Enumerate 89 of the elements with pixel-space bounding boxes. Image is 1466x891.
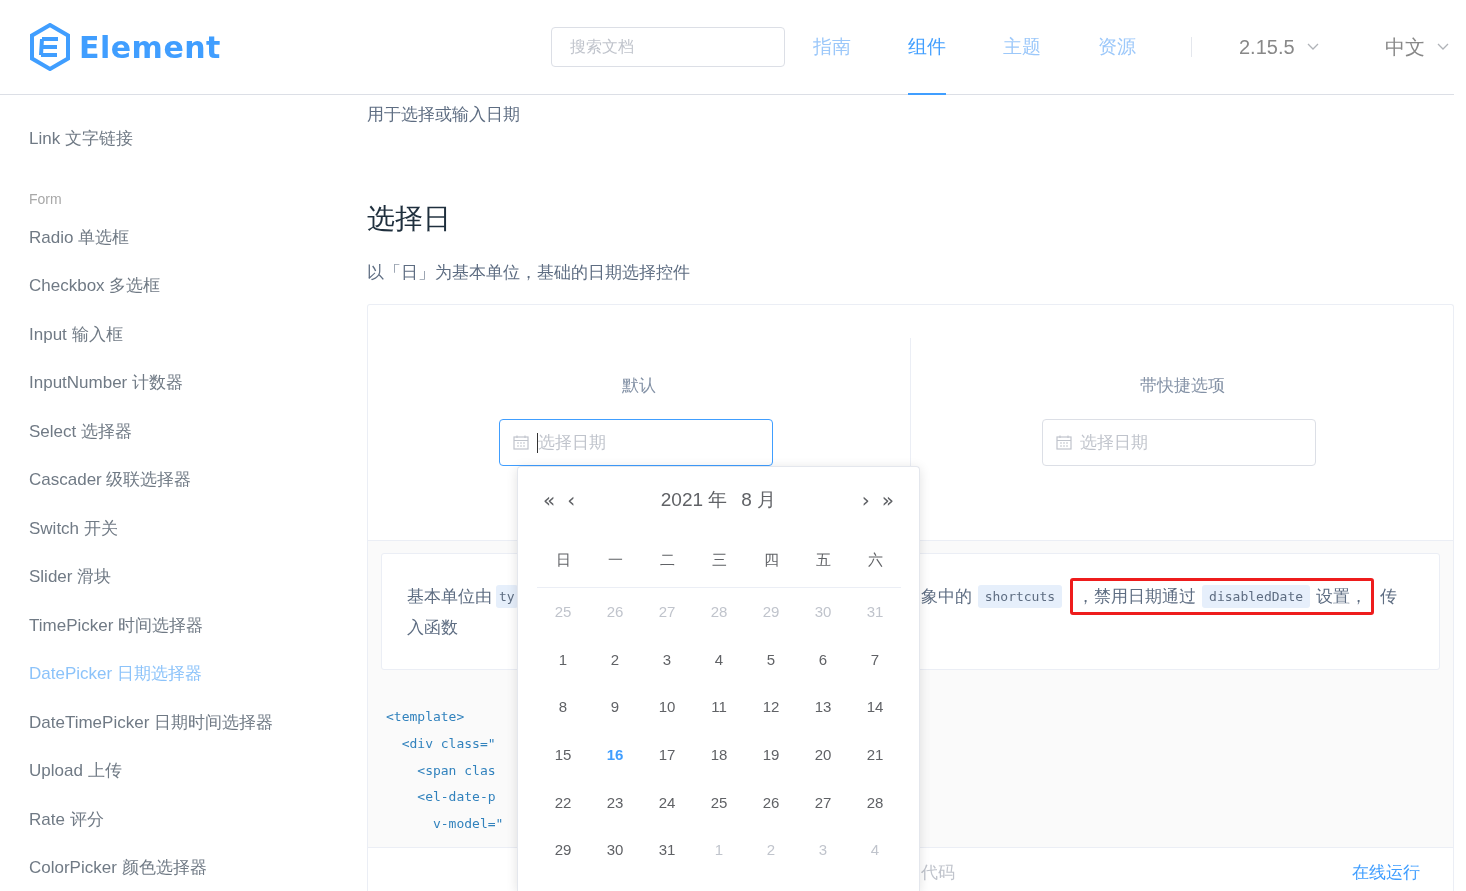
code-line: v-model=" (431, 816, 504, 832)
calendar-day[interactable]: 25 (710, 793, 728, 811)
group-label: Form (28, 189, 63, 209)
code-token: disabledDate (1202, 584, 1311, 608)
calendar-day[interactable]: 18 (710, 746, 728, 764)
weekday-label: 日 (555, 550, 571, 570)
next-month-button[interactable]: › (855, 490, 876, 510)
calendar-day[interactable]: 16 (606, 746, 624, 764)
calendar-day[interactable]: 29 (554, 841, 572, 859)
run-online-link[interactable]: 在线运行 (1352, 860, 1420, 884)
chevron-down-icon (1306, 43, 1319, 51)
language-dropdown[interactable]: 中文 (1384, 33, 1449, 61)
calendar-day[interactable]: 26 (762, 793, 780, 811)
sidebar-link[interactable]: Checkbox 多选框 (0, 262, 367, 311)
sidebar-link[interactable]: Link 文字链接 (0, 115, 367, 164)
calendar-day[interactable]: 3 (662, 650, 672, 668)
intro-text: 用于选择或输入日期 (367, 104, 521, 126)
calendar-day[interactable]: 6 (818, 650, 828, 668)
sidebar-link[interactable]: DateTimePicker 日期时间选择器 (0, 698, 367, 747)
description-text: 基本单位由 (407, 585, 492, 608)
nav-link[interactable]: 组件 (908, 0, 1003, 94)
chevron-down-icon (1436, 43, 1449, 51)
calendar-day[interactable]: 24 (658, 793, 676, 811)
calendar-day[interactable]: 7 (870, 650, 880, 668)
calendar-day[interactable]: 15 (554, 746, 572, 764)
demo-label: 带快捷选项 (1139, 375, 1225, 397)
code-line: <el-date-p (416, 789, 496, 805)
sidebar-link[interactable]: Slider 滑块 (0, 553, 367, 602)
year-label[interactable]: 2021 年 (660, 487, 728, 513)
sidebar-link[interactable]: ColorPicker 颜色选择器 (0, 844, 367, 891)
sidebar-link[interactable]: Select 选择器 (0, 407, 367, 456)
calendar-day[interactable]: 1 (558, 650, 568, 668)
code-token: ty (496, 584, 518, 608)
sidebar-link[interactable]: Radio 单选框 (0, 213, 367, 262)
next-year-button[interactable]: » (875, 490, 900, 510)
calendar-icon (513, 435, 529, 450)
demo-label: 默认 (622, 375, 656, 397)
sidebar-link[interactable]: Input 输入框 (0, 310, 367, 359)
sidebar-link[interactable]: Switch 开关 (0, 504, 367, 553)
calendar-day[interactable]: 28 (866, 793, 884, 811)
description-text: 设置， (1316, 585, 1368, 608)
calendar-day[interactable]: 14 (866, 698, 884, 716)
code-line: <span clas (416, 762, 496, 778)
code-line: <template> (386, 709, 465, 724)
calendar-day[interactable]: 17 (658, 746, 676, 764)
calendar-day[interactable]: 10 (658, 698, 676, 716)
calendar-day[interactable]: 27 (814, 793, 832, 811)
logo-text[interactable]: Element (79, 29, 221, 65)
calendar-day[interactable]: 19 (762, 746, 780, 764)
calendar-day[interactable]: 30 (606, 841, 624, 859)
calendar-day[interactable]: 5 (766, 650, 776, 668)
search-field[interactable]: 搜索文档 (551, 27, 785, 67)
calendar-day[interactable]: 11 (711, 698, 727, 716)
calendar-day[interactable]: 21 (866, 746, 884, 764)
section-description: 以「日」为基本单位，基础的日期选择控件 (367, 262, 691, 284)
description-text: 象中的 (920, 585, 972, 608)
code-line: <div class=" (400, 735, 496, 751)
calendar-day[interactable]: 13 (814, 698, 832, 716)
sidebar-link[interactable]: TimePicker 时间选择器 (0, 601, 367, 650)
sidebar-link[interactable]: Upload 上传 (0, 747, 367, 796)
weekday-label: 六 (867, 550, 883, 570)
sidebar-link[interactable]: InputNumber 计数器 (0, 359, 367, 408)
calendar-day[interactable]: 9 (610, 698, 620, 716)
section-title: 选择日 (367, 202, 451, 236)
weekday-label: 四 (763, 550, 779, 570)
calendar-icon (1056, 435, 1072, 450)
description-text: 传 (1380, 585, 1398, 608)
logo-icon (29, 23, 71, 71)
calendar-day[interactable]: 20 (814, 746, 832, 764)
weekday-label: 一 (607, 550, 623, 570)
weekday-label: 二 (659, 550, 675, 570)
sidebar-link[interactable]: Cascader 级联选择器 (0, 456, 367, 505)
month-label[interactable]: 8 月 (741, 487, 777, 513)
calendar-day[interactable]: 4 (714, 650, 724, 668)
calendar-day[interactable]: 12 (762, 698, 780, 716)
calendar-day[interactable]: 22 (554, 793, 572, 811)
calendar-day[interactable]: 8 (558, 698, 568, 716)
weekday-label: 五 (815, 550, 831, 570)
sidebar-link[interactable]: Rate 评分 (0, 795, 367, 844)
version-dropdown[interactable]: 2.15.5 (1239, 35, 1319, 59)
calendar-day[interactable]: 2 (610, 650, 620, 668)
previous-year-button[interactable]: « (537, 490, 562, 510)
description-text: 入函数 (407, 617, 459, 639)
weekday-label: 三 (711, 550, 727, 570)
calendar-day[interactable]: 31 (658, 841, 676, 859)
previous-month-button[interactable]: ‹ (561, 490, 582, 510)
code-token: shortcuts (977, 584, 1063, 608)
calendar-day[interactable]: 23 (606, 793, 624, 811)
description-text: ，禁用日期通过 (1077, 585, 1197, 608)
